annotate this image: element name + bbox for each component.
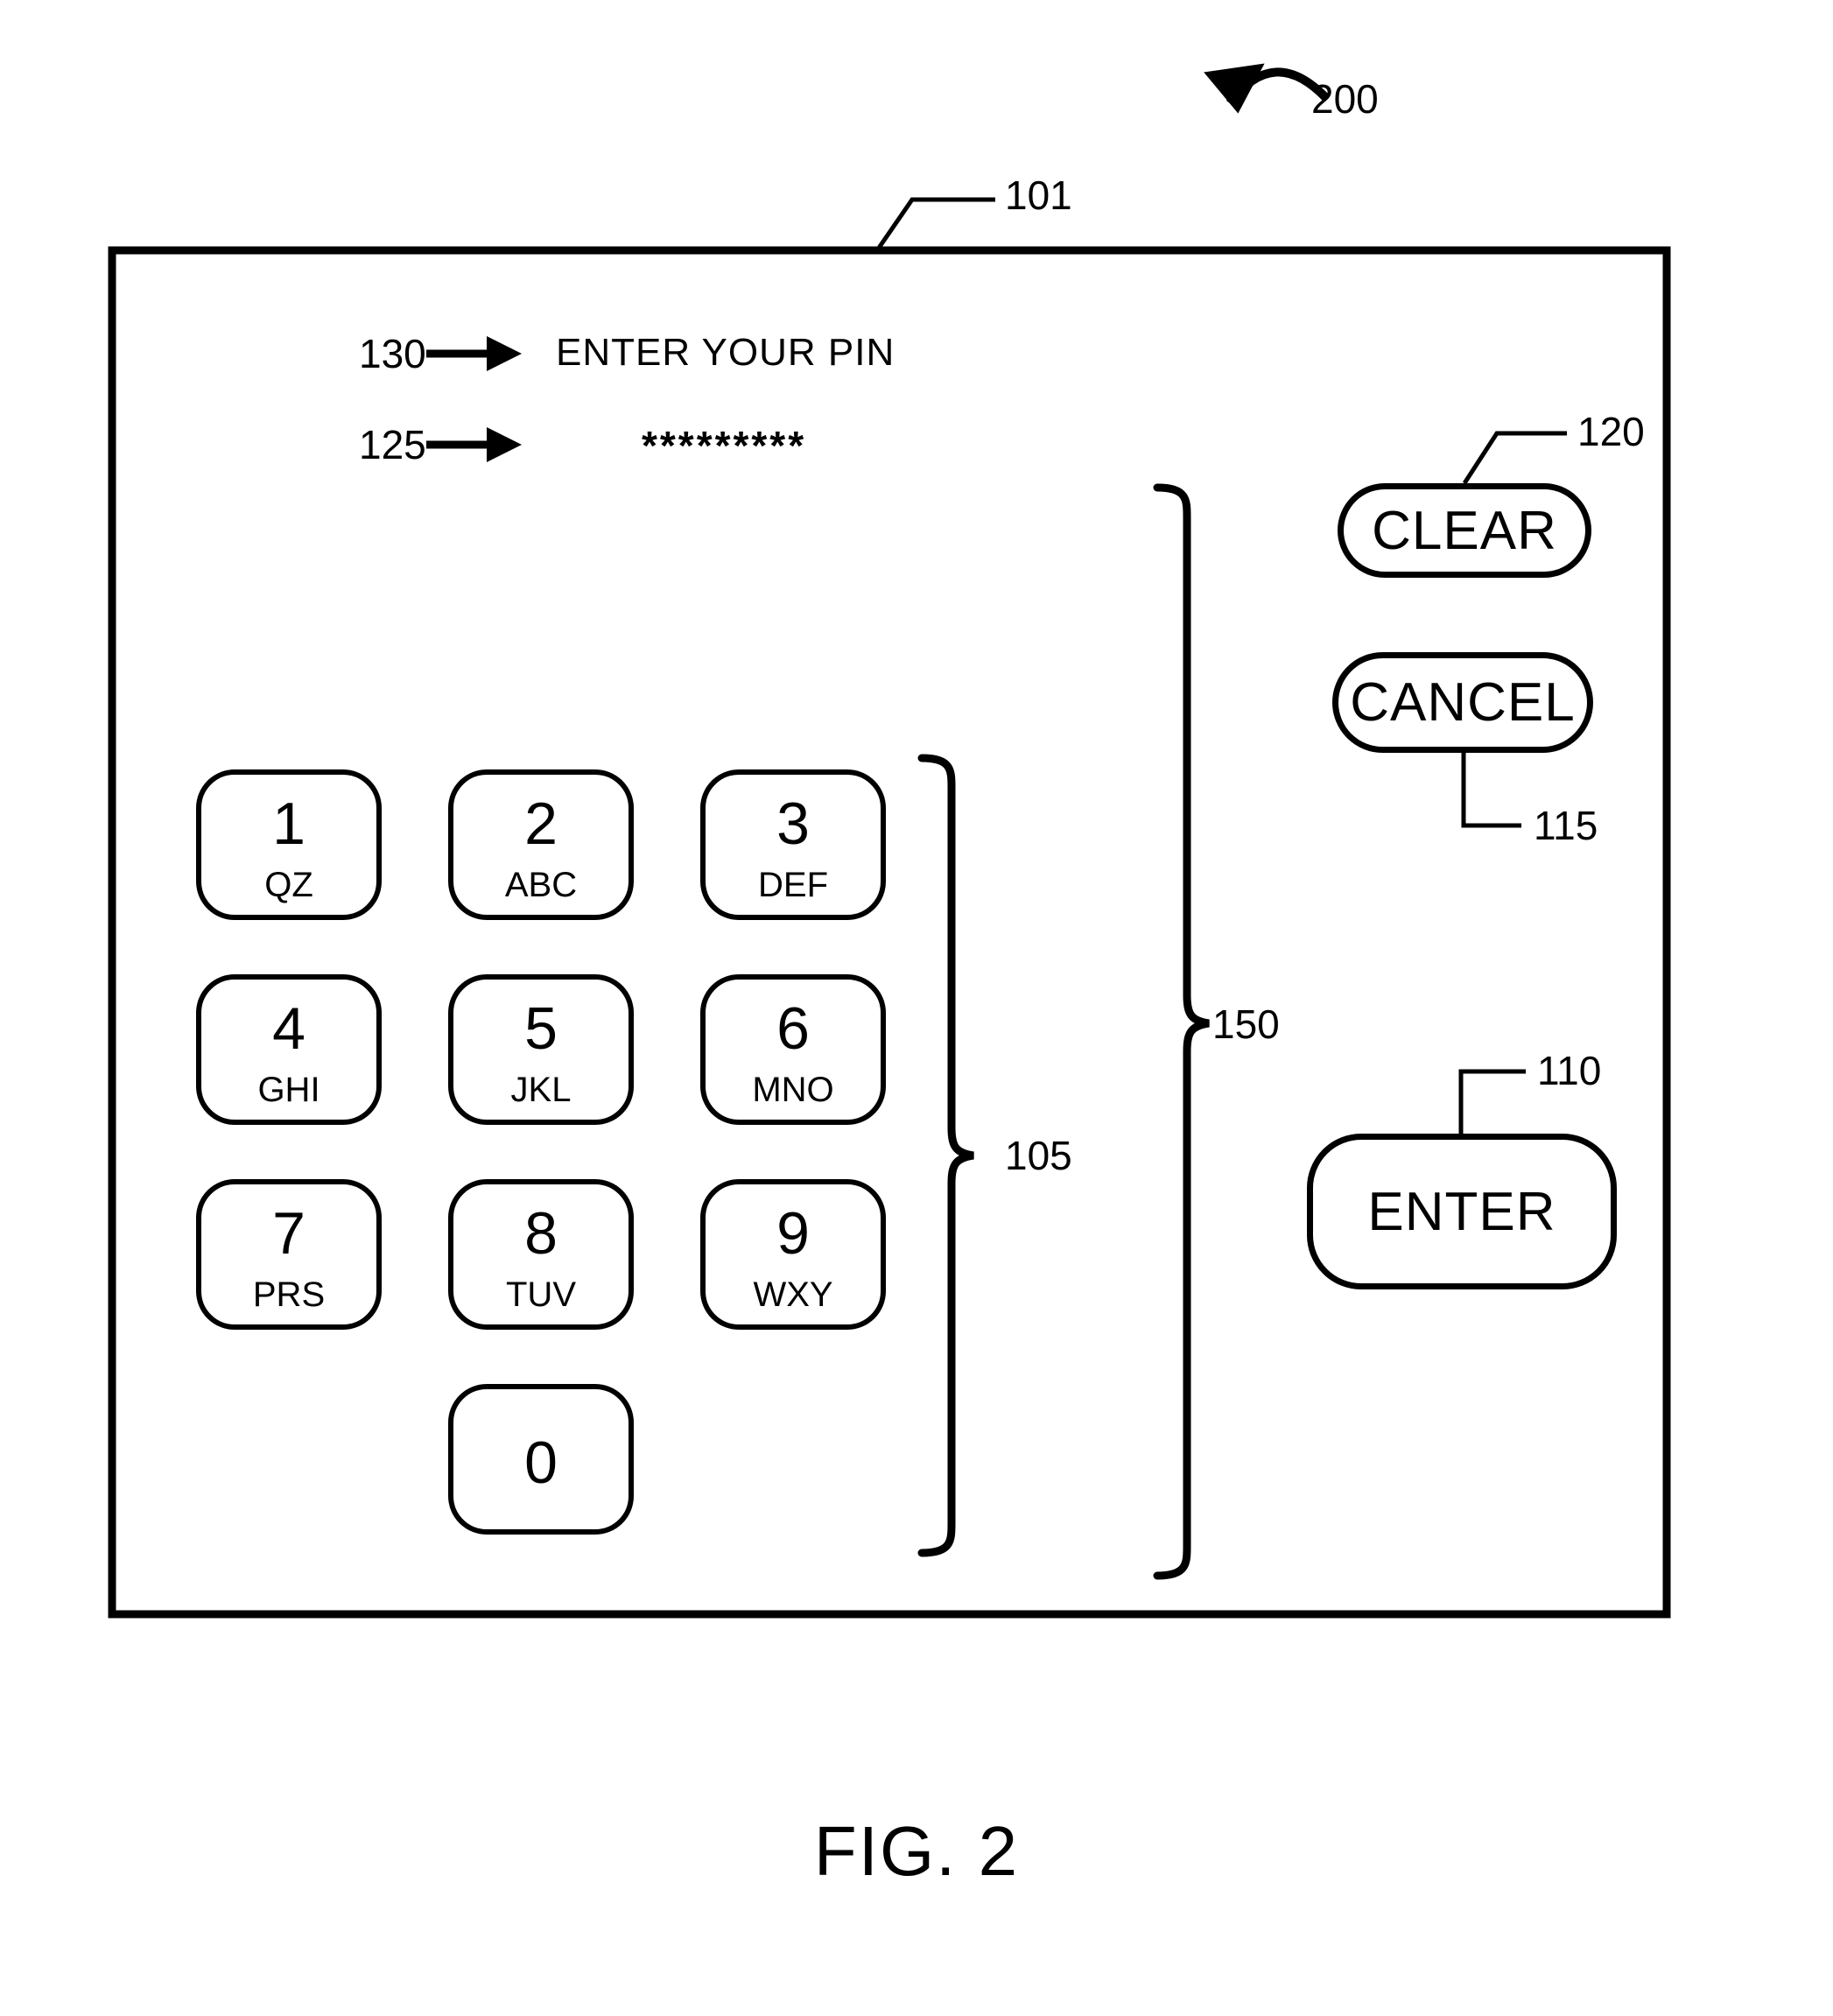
key-digit: 5 xyxy=(524,995,558,1062)
keypad-key-8[interactable]: 8 TUV xyxy=(448,1179,634,1330)
key-letters: JKL xyxy=(510,1071,572,1109)
key-digit: 3 xyxy=(776,790,810,857)
keypad-key-6[interactable]: 6 MNO xyxy=(700,974,886,1125)
brace-105 xyxy=(917,754,974,1557)
leader-120 xyxy=(1462,431,1567,485)
keypad-key-0[interactable]: 0 xyxy=(448,1384,634,1535)
keypad-key-1[interactable]: 1 QZ xyxy=(196,769,382,920)
leader-130-head xyxy=(487,336,522,371)
pin-prompt-text: ENTER YOUR PIN xyxy=(556,331,895,374)
leader-115 xyxy=(1461,753,1521,828)
leader-101 xyxy=(874,197,995,252)
ref-120: 120 xyxy=(1577,409,1645,454)
leader-125-head xyxy=(487,427,522,462)
keypad-key-3[interactable]: 3 DEF xyxy=(700,769,886,920)
key-letters: WXY xyxy=(753,1275,833,1314)
key-digit: 0 xyxy=(524,1429,558,1496)
leader-110 xyxy=(1458,1069,1526,1134)
cancel-button-label: CANCEL xyxy=(1350,672,1576,733)
clear-button-label: CLEAR xyxy=(1372,500,1557,561)
ref-110: 110 xyxy=(1537,1048,1602,1093)
key-digit: 8 xyxy=(524,1200,558,1267)
key-digit: 6 xyxy=(776,995,810,1062)
keypad-key-9[interactable]: 9 WXY xyxy=(700,1179,886,1330)
key-digit: 2 xyxy=(524,790,558,857)
keypad-key-2[interactable]: 2 ABC xyxy=(448,769,634,920)
key-letters: GHI xyxy=(257,1071,320,1109)
key-digit: 1 xyxy=(272,790,306,857)
patent-figure: 200 101 130 125 120 115 110 150 105 ENTE… xyxy=(0,0,1833,2016)
ref-115: 115 xyxy=(1534,803,1598,848)
clear-button[interactable]: CLEAR xyxy=(1338,483,1591,578)
brace-150 xyxy=(1153,483,1210,1580)
device-outline xyxy=(108,246,1671,1619)
enter-button-label: ENTER xyxy=(1367,1181,1556,1242)
keypad-key-7[interactable]: 7 PRS xyxy=(196,1179,382,1330)
enter-button[interactable]: ENTER xyxy=(1307,1134,1617,1289)
figure-arrow-head xyxy=(1204,63,1265,114)
key-letters: QZ xyxy=(264,866,313,904)
key-digit: 4 xyxy=(272,995,306,1062)
ref-150: 150 xyxy=(1212,1001,1280,1047)
key-letters: DEF xyxy=(758,866,828,904)
cancel-button[interactable]: CANCEL xyxy=(1332,652,1593,753)
keypad-key-4[interactable]: 4 GHI xyxy=(196,974,382,1125)
key-digit: 9 xyxy=(776,1200,810,1267)
key-letters: PRS xyxy=(252,1275,326,1314)
pin-masked-value: ********* xyxy=(642,423,807,468)
ref-101: 101 xyxy=(1005,172,1072,218)
figure-caption: FIG. 2 xyxy=(813,1812,1020,1890)
ref-105: 105 xyxy=(1005,1133,1072,1178)
key-letters: ABC xyxy=(504,866,578,904)
key-letters: MNO xyxy=(752,1071,834,1109)
ref-130: 130 xyxy=(359,331,426,376)
ref-200: 200 xyxy=(1311,76,1379,122)
key-letters: TUV xyxy=(506,1275,576,1314)
keypad-key-5[interactable]: 5 JKL xyxy=(448,974,634,1125)
key-digit: 7 xyxy=(272,1200,306,1267)
ref-125: 125 xyxy=(359,422,426,467)
